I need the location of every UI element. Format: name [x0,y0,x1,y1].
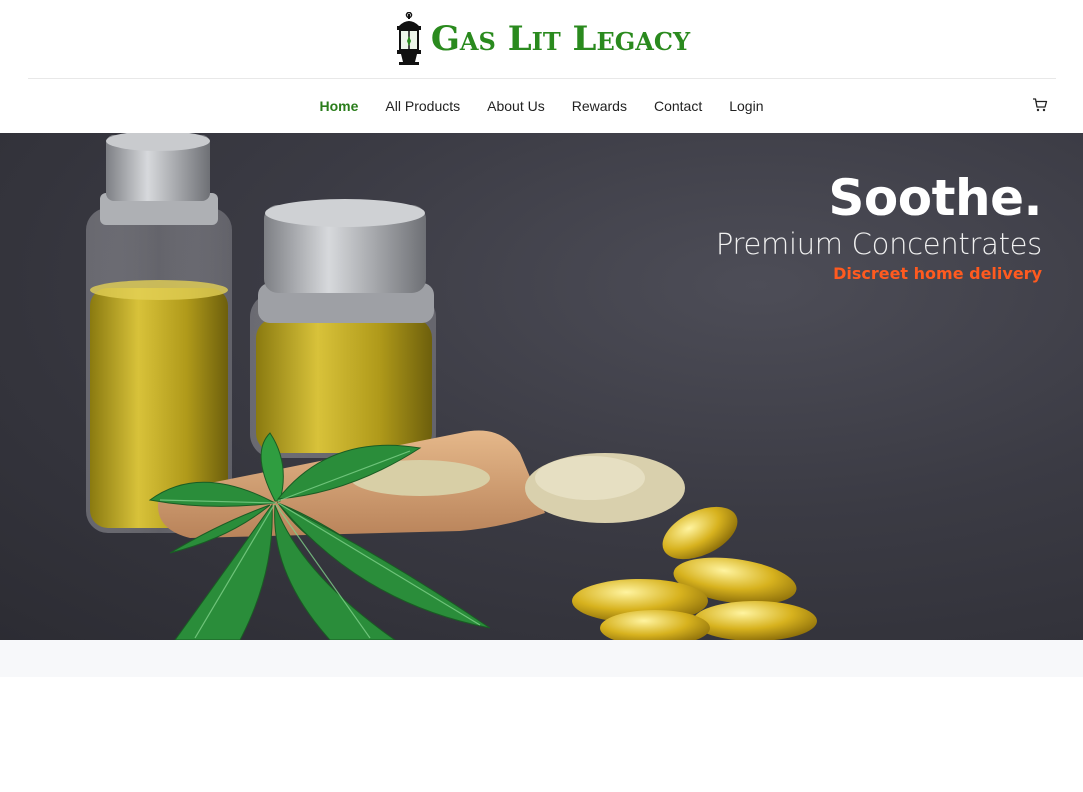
section-band [0,640,1083,677]
hero-subtitle: Premium Concentrates [715,227,1042,261]
nav-contact[interactable]: Contact [654,98,702,114]
nav-home[interactable]: Home [320,98,359,114]
hero-tagline: Discreet home delivery [833,264,1042,283]
main-nav: Home All Products About Us Rewards Conta… [0,79,1083,133]
nav-rewards[interactable]: Rewards [572,98,627,114]
lantern-icon [396,12,421,65]
nav-login[interactable]: Login [729,98,763,114]
cart-icon[interactable] [1032,97,1048,113]
nav-about-us[interactable]: About Us [487,98,545,114]
nav-all-products[interactable]: All Products [385,98,460,114]
brand-name: Gas Lit Legacy [430,19,691,59]
hero-banner[interactable]: Soothe. Premium Concentrates Discreet ho… [0,133,1083,640]
site-header: Gas Lit Legacy [0,0,1083,78]
hero-title: Soothe. [828,169,1042,227]
brand-logo[interactable]: Gas Lit Legacy [393,12,690,66]
hero-copy: Soothe. Premium Concentrates Discreet ho… [715,169,1043,285]
